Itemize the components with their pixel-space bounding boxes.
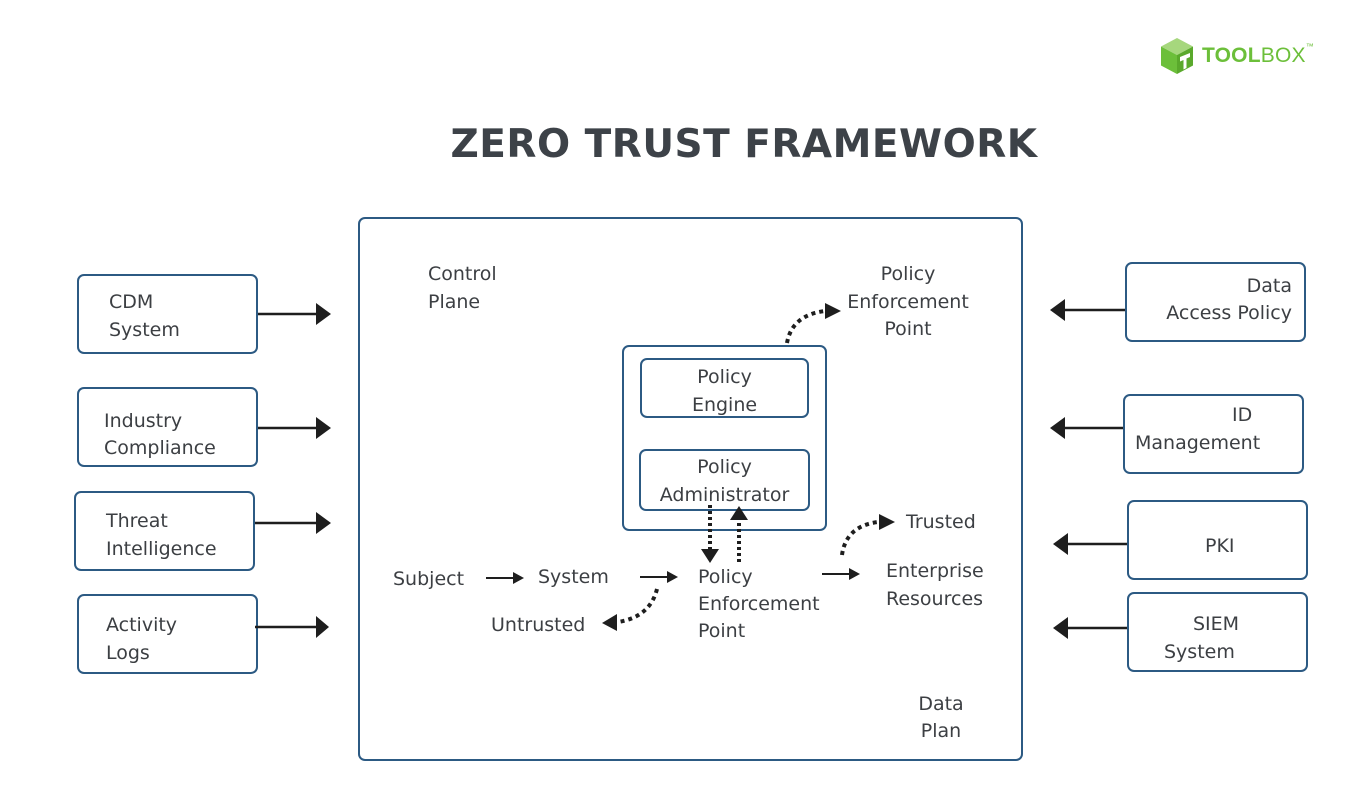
arrowhead-subject-system [513, 572, 524, 584]
arrowhead-activity [316, 616, 329, 638]
left-input-arrows [255, 303, 331, 638]
dotted-arrow-to-trusted [840, 520, 879, 556]
arrowhead-id-mgmt [1050, 417, 1065, 439]
arrowhead-to-trusted [879, 514, 895, 530]
arrowhead-siem [1053, 617, 1068, 639]
dotted-arrow-to-pep-top [785, 309, 826, 344]
connector-arrows [255, 299, 1127, 639]
arrowhead-threat [316, 512, 331, 534]
arrowhead-to-pep-top [825, 303, 841, 319]
arrowhead-cdm [316, 303, 331, 325]
arrowhead-system-pep [667, 571, 678, 583]
arrowhead-to-untrusted [602, 614, 617, 631]
arrowhead-data-access [1050, 299, 1065, 321]
arrowhead-pep-enterprise [849, 568, 860, 580]
right-input-arrows [1050, 299, 1127, 639]
arrowhead-industry [316, 417, 331, 439]
arrowhead-pki [1053, 533, 1068, 555]
dotted-arrow-to-untrusted [617, 588, 659, 624]
arrowhead-pep-to-pa [730, 506, 748, 520]
arrowhead-pa-to-pep [701, 549, 719, 563]
